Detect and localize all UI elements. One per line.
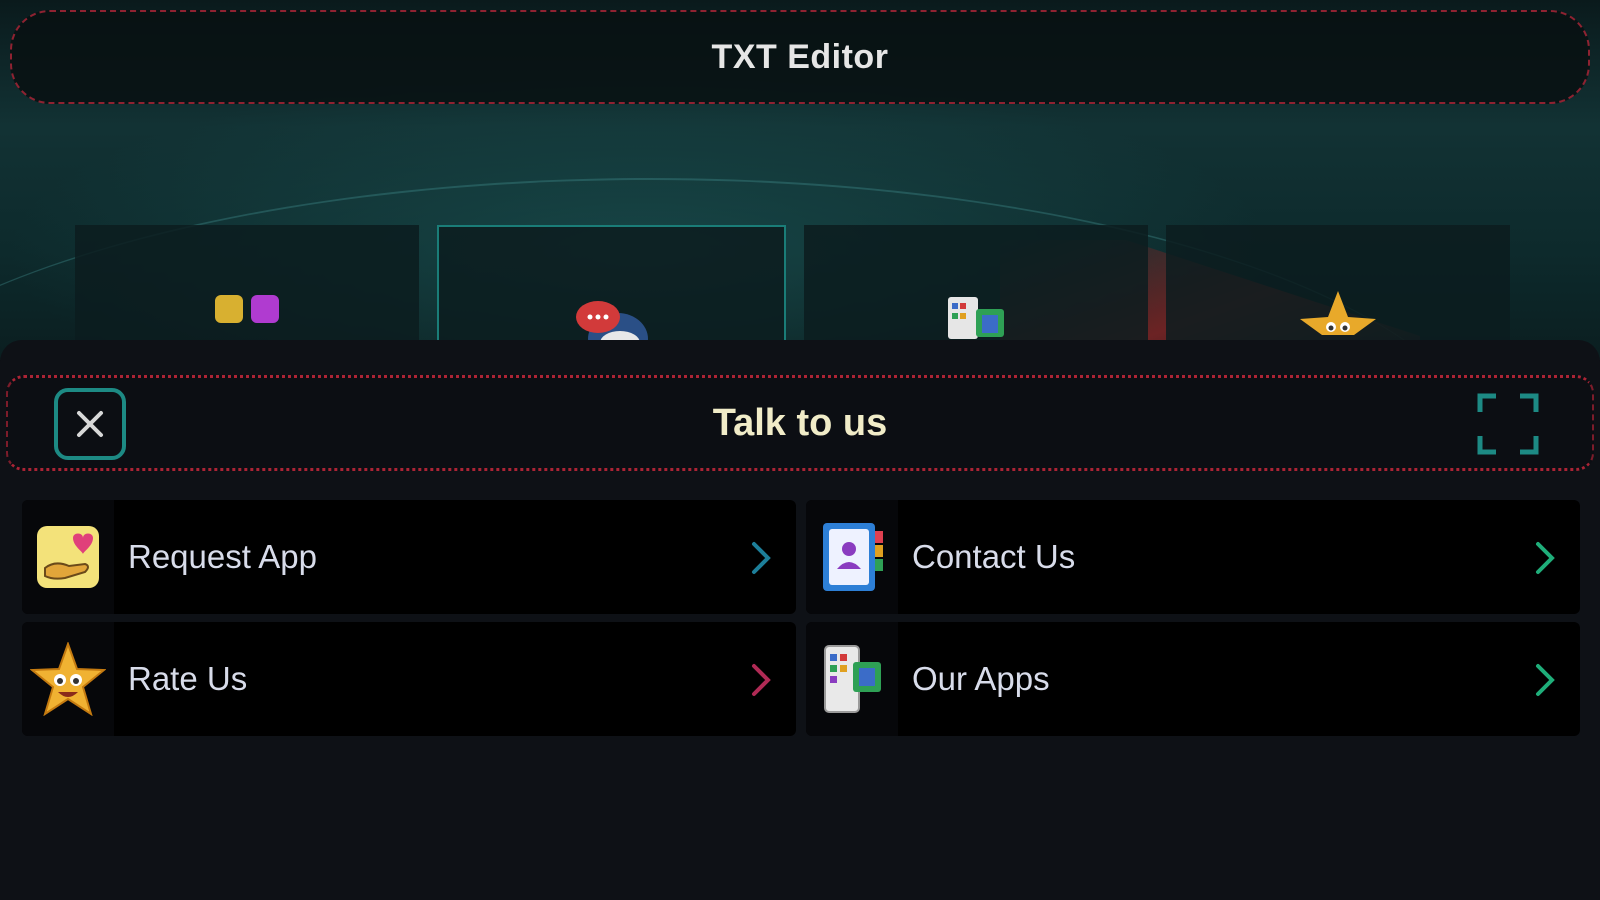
sheet-title: Talk to us	[712, 401, 888, 444]
tile-chat[interactable]	[437, 225, 786, 360]
chevron-right-icon	[1536, 542, 1555, 574]
close-button[interactable]	[54, 388, 126, 460]
background-app: TXT Editor	[0, 0, 1600, 360]
chevron-right-icon	[752, 542, 771, 574]
contact-book-icon	[806, 500, 898, 614]
menu-item-request-app[interactable]: Request App	[22, 500, 796, 614]
tile-colors[interactable]	[75, 225, 420, 345]
sheet-header: Talk to us	[6, 375, 1594, 471]
menu-item-rate-us[interactable]: Rate Us	[22, 622, 796, 736]
menu-item-our-apps[interactable]: Our Apps	[806, 622, 1580, 736]
chevron-right-icon	[752, 664, 771, 696]
app-title: TXT Editor	[711, 37, 889, 76]
menu-item-label: Rate Us	[128, 660, 248, 697]
close-icon	[77, 411, 103, 437]
menu-item-label: Our Apps	[912, 660, 1050, 697]
menu-item-label: Request App	[128, 538, 317, 575]
expand-icon	[1477, 393, 1539, 455]
star-face-icon	[1299, 289, 1376, 344]
request-app-icon	[22, 500, 114, 614]
menu-item-contact-us[interactable]: Contact Us	[806, 500, 1580, 614]
feature-tiles	[75, 225, 1510, 360]
apps-icon	[946, 295, 1006, 344]
menu-grid: Request App Contact Us Rate Us Our Apps	[22, 500, 1580, 736]
chevron-right-icon	[1536, 664, 1555, 696]
app-title-bar: TXT Editor	[10, 10, 1590, 104]
star-face-icon	[22, 622, 114, 736]
expand-button[interactable]	[1476, 392, 1540, 456]
apps-phone-icon	[806, 622, 898, 736]
tile-apps[interactable]	[803, 225, 1148, 345]
color-squares-icon	[211, 295, 283, 328]
talk-to-us-sheet: Talk to us Request App Contact Us Rate U…	[0, 340, 1600, 900]
menu-item-label: Contact Us	[912, 538, 1076, 575]
tile-rate[interactable]	[1165, 225, 1510, 345]
